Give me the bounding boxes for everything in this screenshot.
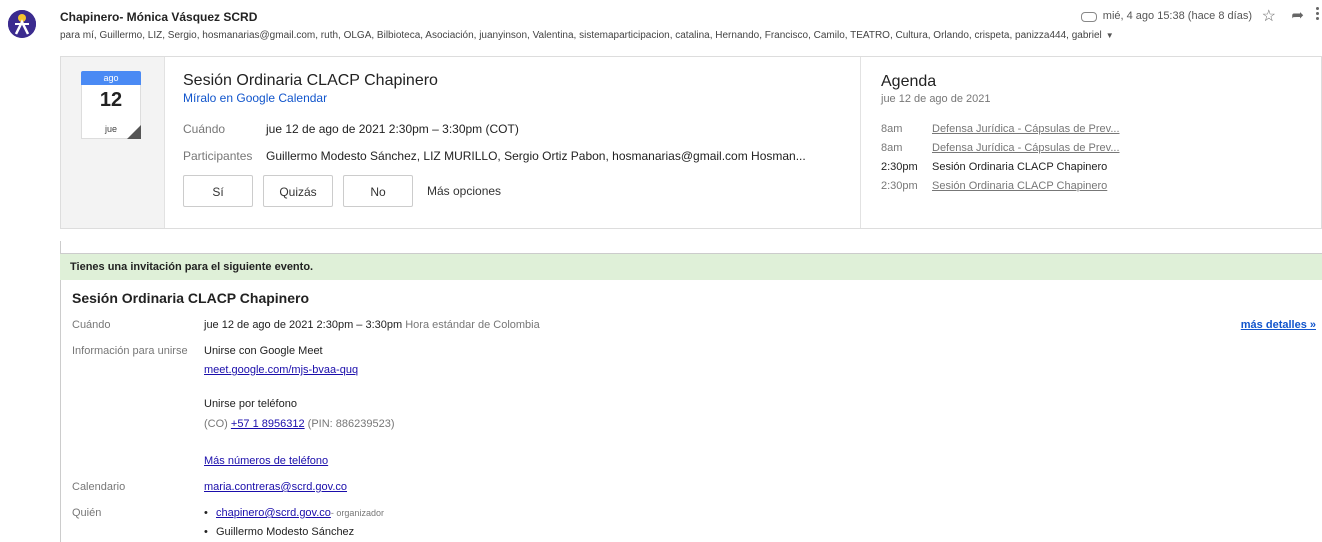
meet-link[interactable]: meet.google.com/mjs-bvaa-quq <box>204 364 358 376</box>
agenda-item-time: 2:30pm <box>881 180 918 192</box>
agenda-item[interactable]: 8am Defensa Jurídica - Cápsulas de Prev..… <box>881 123 1120 135</box>
agenda-item[interactable]: 8am Defensa Jurídica - Cápsulas de Prev..… <box>881 142 1120 154</box>
agenda-item-current: 2:30pm Sesión Ordinaria CLACP Chapinero <box>881 161 1107 173</box>
agenda-item-text: Sesión Ordinaria CLACP Chapinero <box>932 161 1108 173</box>
star-icon[interactable]: ☆ <box>1262 6 1276 26</box>
agenda-item[interactable]: 2:30pm Sesión Ordinaria CLACP Chapinero <box>881 180 1107 192</box>
meet-link-row: meet.google.com/mjs-bvaa-quq <box>204 364 358 376</box>
rsvp-maybe-button[interactable]: Quizás <box>263 175 333 207</box>
more-options-button[interactable]: Más opciones <box>427 175 501 207</box>
event-summary: Sesión Ordinaria CLACP Chapinero Míralo … <box>165 57 855 228</box>
reply-icon[interactable]: ➦ <box>1291 6 1304 24</box>
agenda-item-time: 2:30pm <box>881 161 918 173</box>
message-date: mié, 4 ago 15:38 (hace 8 días) <box>1102 10 1252 22</box>
rsvp-no-button[interactable]: No <box>343 175 413 207</box>
phone-row: (CO) +57 1 8956312 (PIN: 886239523) <box>204 418 395 430</box>
more-options-icon[interactable] <box>1316 7 1319 22</box>
details-when-label: Cuándo <box>72 319 111 331</box>
when-label: Cuándo <box>183 122 226 136</box>
participants-value[interactable]: Guillermo Modesto Sánchez, LIZ MURILLO, … <box>266 149 806 163</box>
organizer-tag: - organizador <box>330 508 384 518</box>
bullet: • <box>204 507 208 519</box>
cal-fold-icon <box>127 125 141 139</box>
calendar-email-link[interactable]: maria.contreras@scrd.gov.co <box>204 481 347 493</box>
details-timezone: Hora estándar de Colombia <box>405 319 540 331</box>
details-left-border <box>60 241 61 542</box>
more-details-link[interactable]: más detalles » <box>1241 319 1316 331</box>
cal-day: 12 <box>99 89 123 111</box>
agenda-item-time: 8am <box>881 142 903 154</box>
agenda-title: Agenda <box>881 73 937 90</box>
recipients-text: para mí, Guillermo, LIZ, Sergio, hosmana… <box>60 30 1102 41</box>
when-value: jue 12 de ago de 2021 2:30pm – 3:30pm (C… <box>266 122 519 136</box>
more-numbers-row: Más números de teléfono <box>204 455 328 467</box>
message-meta: mié, 4 ago 15:38 (hace 8 días) <box>1080 10 1252 22</box>
event-title: Sesión Ordinaria CLACP Chapinero <box>183 72 438 89</box>
agenda-item-time: 8am <box>881 123 903 135</box>
agenda-panel: Agenda jue 12 de ago de 2021 8am Defensa … <box>860 57 1322 228</box>
google-calendar-link[interactable]: Míralo en Google Calendar <box>183 91 327 105</box>
bullet: • <box>204 526 208 538</box>
who-label: Quién <box>72 507 102 519</box>
meet-label: Unirse con Google Meet <box>204 345 323 357</box>
details-when-time: jue 12 de ago de 2021 2:30pm – 3:30pm <box>204 319 403 331</box>
agenda-item-link[interactable]: Defensa Jurídica - Cápsulas de Prev... <box>932 142 1120 154</box>
calendar-label: Calendario <box>72 481 126 493</box>
invitation-card: ago 12 jue Sesión Ordinaria CLACP Chapin… <box>60 56 1322 229</box>
participants-label: Participantes <box>183 149 253 163</box>
sender-name[interactable]: Chapinero- Mónica Vásquez SCRD <box>60 10 257 24</box>
calendar-date-icon: ago 12 jue <box>81 71 141 139</box>
calendar-value-row: maria.contreras@scrd.gov.co <box>204 481 347 493</box>
guest-name: Guillermo Modesto Sánchez <box>216 526 355 538</box>
details-when-value: jue 12 de ago de 2021 2:30pm – 3:30pm Ho… <box>204 319 540 331</box>
cal-month: ago <box>81 71 141 85</box>
recipients-dropdown-icon[interactable]: ▼ <box>1106 31 1114 40</box>
sender-avatar[interactable] <box>8 10 36 38</box>
agenda-item-link[interactable]: Defensa Jurídica - Cápsulas de Prev... <box>932 123 1120 135</box>
recipients-line[interactable]: para mí, Guillermo, LIZ, Sergio, hosmana… <box>60 30 1114 41</box>
guest-item: • Guillermo Modesto Sánchez <box>204 526 354 538</box>
phone-pin: (PIN: 886239523) <box>307 418 395 430</box>
rsvp-yes-button[interactable]: Sí <box>183 175 253 207</box>
guest-organizer-link[interactable]: chapinero@scrd.gov.co <box>216 507 331 519</box>
calendar-date-panel: ago 12 jue <box>61 57 165 228</box>
details-join-label: Información para unirse <box>72 345 188 357</box>
guest-item: • chapinero@scrd.gov.co- organizador <box>204 507 384 519</box>
more-phone-numbers-link[interactable]: Más números de teléfono <box>204 455 328 467</box>
agenda-date: jue 12 de ago de 2021 <box>881 93 991 105</box>
phone-number-link[interactable]: +57 1 8956312 <box>231 418 305 430</box>
invitation-banner: Tienes una invitación para el siguiente … <box>60 253 1322 280</box>
details-event-title: Sesión Ordinaria CLACP Chapinero <box>72 290 310 306</box>
agenda-item-link[interactable]: Sesión Ordinaria CLACP Chapinero <box>932 180 1107 192</box>
avatar-logo-icon <box>8 10 36 38</box>
phone-prefix: (CO) <box>204 418 228 430</box>
label-icon <box>1080 12 1097 22</box>
phone-label: Unirse por teléfono <box>204 398 297 410</box>
